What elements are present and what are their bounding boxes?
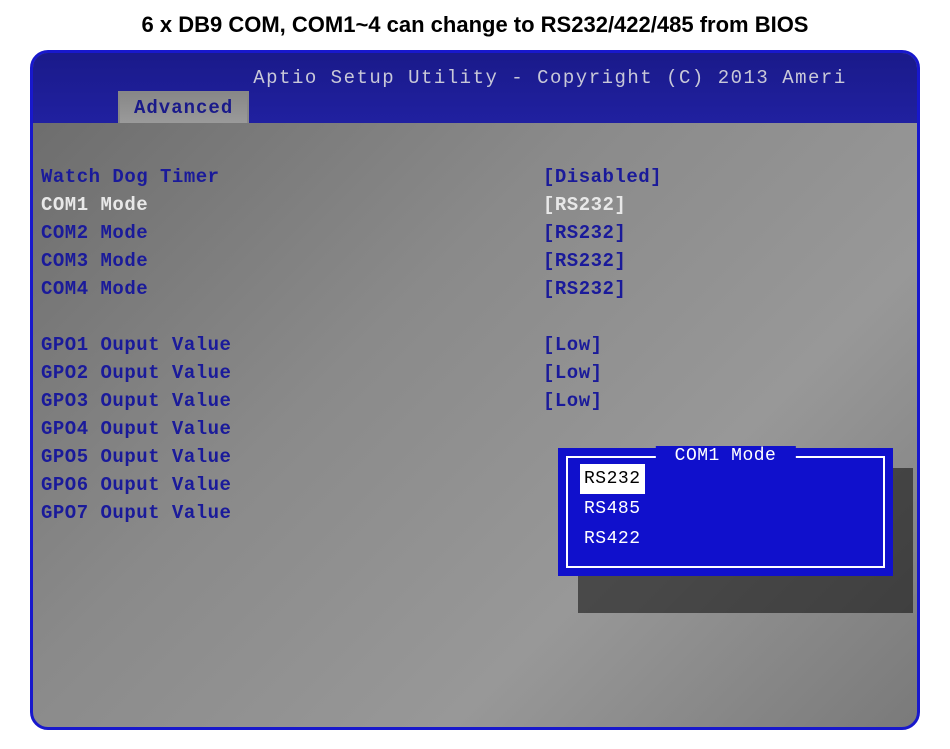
setting-gpo4[interactable]: GPO4 Ouput Value <box>33 415 917 443</box>
setting-com2-mode[interactable]: COM2 Mode [RS232] <box>33 219 917 247</box>
popup-option-rs232[interactable]: RS232 <box>580 464 645 494</box>
popup-option-rs422[interactable]: RS422 <box>580 529 645 549</box>
setting-value: [RS232] <box>543 219 626 247</box>
setting-watchdog[interactable]: Watch Dog Timer [Disabled] <box>33 163 917 191</box>
setting-value: [RS232] <box>543 275 626 303</box>
setting-label: GPO3 Ouput Value <box>33 387 543 415</box>
setting-value: [Disabled] <box>543 163 662 191</box>
setting-label: GPO4 Ouput Value <box>33 415 543 443</box>
setting-value: [Low] <box>543 359 603 387</box>
bios-screen: Aptio Setup Utility - Copyright (C) 2013… <box>30 50 920 730</box>
setting-label: COM4 Mode <box>33 275 543 303</box>
popup-option-rs485[interactable]: RS485 <box>580 499 645 519</box>
setting-gpo3[interactable]: GPO3 Ouput Value [Low] <box>33 387 917 415</box>
popup-com1-mode: COM1 Mode RS232 RS485 RS422 <box>558 448 893 576</box>
setting-value: [Low] <box>543 387 603 415</box>
setting-value: [RS232] <box>543 191 626 219</box>
setting-com3-mode[interactable]: COM3 Mode [RS232] <box>33 247 917 275</box>
setting-label: GPO5 Ouput Value <box>33 443 543 471</box>
tab-advanced[interactable]: Advanced <box>118 91 249 123</box>
setting-label: GPO1 Ouput Value <box>33 331 543 359</box>
setting-label: COM1 Mode <box>33 191 543 219</box>
popup-title: COM1 Mode <box>655 446 795 466</box>
setting-value: [Low] <box>543 331 603 359</box>
setting-com1-mode[interactable]: COM1 Mode [RS232] <box>33 191 917 219</box>
bios-header: Aptio Setup Utility - Copyright (C) 2013… <box>33 53 917 123</box>
setting-gpo2[interactable]: GPO2 Ouput Value [Low] <box>33 359 917 387</box>
setting-label: COM2 Mode <box>33 219 543 247</box>
setting-gpo1[interactable]: GPO1 Ouput Value [Low] <box>33 331 917 359</box>
setting-label: COM3 Mode <box>33 247 543 275</box>
setting-value: [RS232] <box>543 247 626 275</box>
setting-label: GPO7 Ouput Value <box>33 499 543 527</box>
setting-label: GPO2 Ouput Value <box>33 359 543 387</box>
setting-label: GPO6 Ouput Value <box>33 471 543 499</box>
page-heading: 6 x DB9 COM, COM1~4 can change to RS232/… <box>0 0 950 50</box>
setting-com4-mode[interactable]: COM4 Mode [RS232] <box>33 275 917 303</box>
bios-title: Aptio Setup Utility - Copyright (C) 2013… <box>33 63 917 89</box>
setting-label: Watch Dog Timer <box>33 163 543 191</box>
